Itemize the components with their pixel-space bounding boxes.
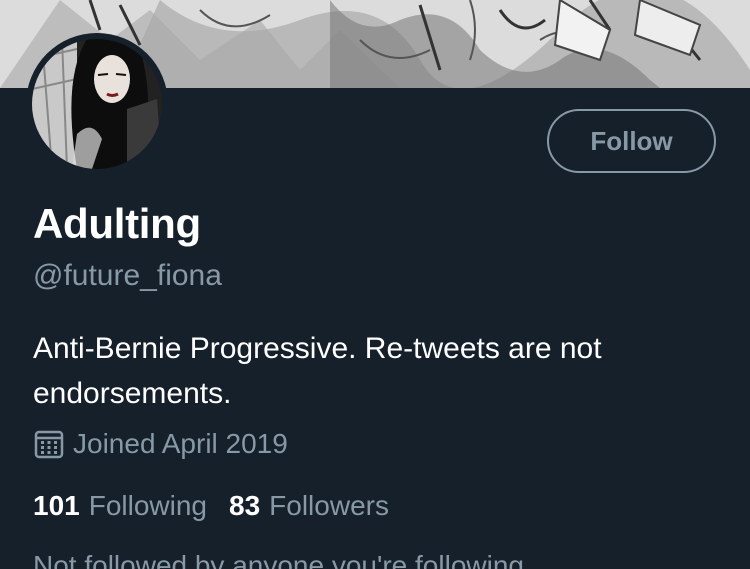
follow-button[interactable]: Follow (547, 109, 716, 173)
follow-counts: 101 Following 83 Followers (33, 490, 389, 522)
calendar-icon (34, 430, 64, 459)
followers-label: Followers (269, 490, 389, 521)
bio: Anti-Bernie Progressive. Re-tweets are n… (33, 332, 602, 410)
followers-link[interactable]: 83 Followers (229, 490, 389, 522)
avatar-image (32, 39, 162, 169)
following-link[interactable]: 101 Following (33, 490, 207, 522)
joined-label: Joined April 2019 (73, 428, 288, 459)
followers-count: 83 (229, 490, 261, 521)
not-followed-notice: Not followed by anyone you're following (33, 550, 524, 569)
avatar[interactable] (26, 33, 168, 175)
following-count: 101 (33, 490, 80, 521)
handle: @future_fiona (33, 259, 222, 292)
display-name: Adulting (33, 200, 201, 247)
profile-page: Follow Adulting @future_fiona Anti-Berni… (0, 0, 750, 569)
following-label: Following (88, 490, 207, 521)
joined-date: Joined April 2019 (33, 428, 288, 460)
